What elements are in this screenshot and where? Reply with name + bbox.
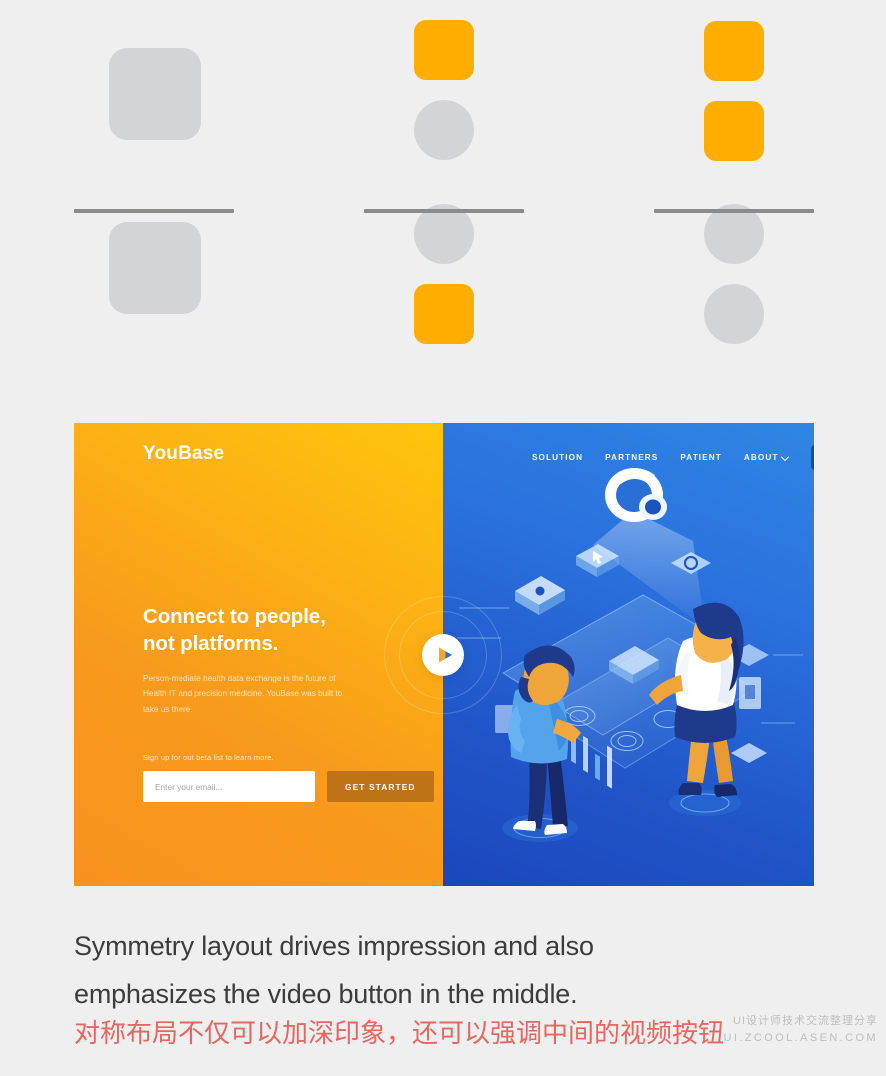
diagram-shape-circle-gray: [414, 100, 474, 160]
diagram-divider-right: [654, 209, 814, 213]
nav-item-patient[interactable]: PATIENT: [680, 453, 722, 462]
page-root: YouBase SOLUTION PARTNERS PATIENT ABOUT …: [0, 0, 886, 1076]
caption-english-line1: Symmetry layout drives impression and al…: [74, 931, 594, 961]
play-icon: [439, 647, 452, 663]
hero-heading-line1: Connect to people,: [143, 605, 326, 628]
signup-form: Sign up for out beta list to learn more.…: [143, 753, 434, 802]
signup-row: GET STARTED: [143, 771, 434, 802]
hero-body: Person-mediate health data exchange is t…: [143, 673, 343, 714]
diagram-divider-center: [364, 209, 524, 213]
contact-button[interactable]: CONTACT: [811, 445, 814, 470]
diagram-shape-square-orange: [704, 101, 764, 161]
email-input[interactable]: [143, 771, 315, 802]
nav-item-partners[interactable]: PARTNERS: [605, 453, 658, 462]
caption-english: Symmetry layout drives impression and al…: [74, 922, 814, 1018]
diagram-column-right: [634, 0, 834, 400]
hero-heading-line2: not platforms.: [143, 632, 279, 656]
chevron-down-icon: [782, 454, 789, 461]
signup-label: Sign up for out beta list to learn more.: [143, 753, 274, 762]
get-started-button[interactable]: GET STARTED: [327, 771, 434, 802]
nav-item-label: PARTNERS: [605, 453, 659, 462]
caption-english-line2: emphasizes the video button in the middl…: [74, 979, 578, 1010]
nav-item-label: PATIENT: [680, 453, 722, 462]
diagram-column-center: [344, 0, 544, 400]
diagram-shape-square-orange: [414, 284, 474, 344]
nav-item-about[interactable]: ABOUT: [744, 453, 790, 462]
diagram-shape-square-orange: [704, 21, 764, 81]
diagram-column-left: [55, 0, 255, 400]
diagram-divider-left: [74, 209, 234, 213]
website-mockup: YouBase SOLUTION PARTNERS PATIENT ABOUT …: [74, 423, 814, 886]
mockup-nav: SOLUTION PARTNERS PATIENT ABOUT CONTACT: [532, 445, 814, 470]
video-play-button[interactable]: [384, 596, 502, 714]
hero-heading: Connect to people, not platforms.: [143, 603, 423, 658]
diagram-shape-circle-gray: [704, 284, 764, 344]
diagram-shape-circle-gray: [704, 204, 764, 264]
hero-copy: Connect to people, not platforms. Person…: [143, 603, 423, 717]
symmetry-diagram: [0, 0, 886, 400]
diagram-shape-square-gray: [109, 48, 201, 140]
nav-item-solution[interactable]: SOLUTION: [532, 453, 583, 462]
nav-item-label: ABOUT: [743, 453, 779, 462]
diagram-shape-square-orange: [414, 20, 474, 80]
diagram-shape-circle-gray: [414, 204, 474, 264]
diagram-shape-square-gray: [109, 222, 201, 314]
caption-chinese: 对称布局不仅可以加深印象，还可以强调中间的视频按钮: [74, 1018, 725, 1048]
play-button-circle[interactable]: [422, 634, 464, 676]
mockup-brand-logo[interactable]: YouBase: [143, 443, 224, 465]
nav-item-label: SOLUTION: [532, 453, 584, 462]
